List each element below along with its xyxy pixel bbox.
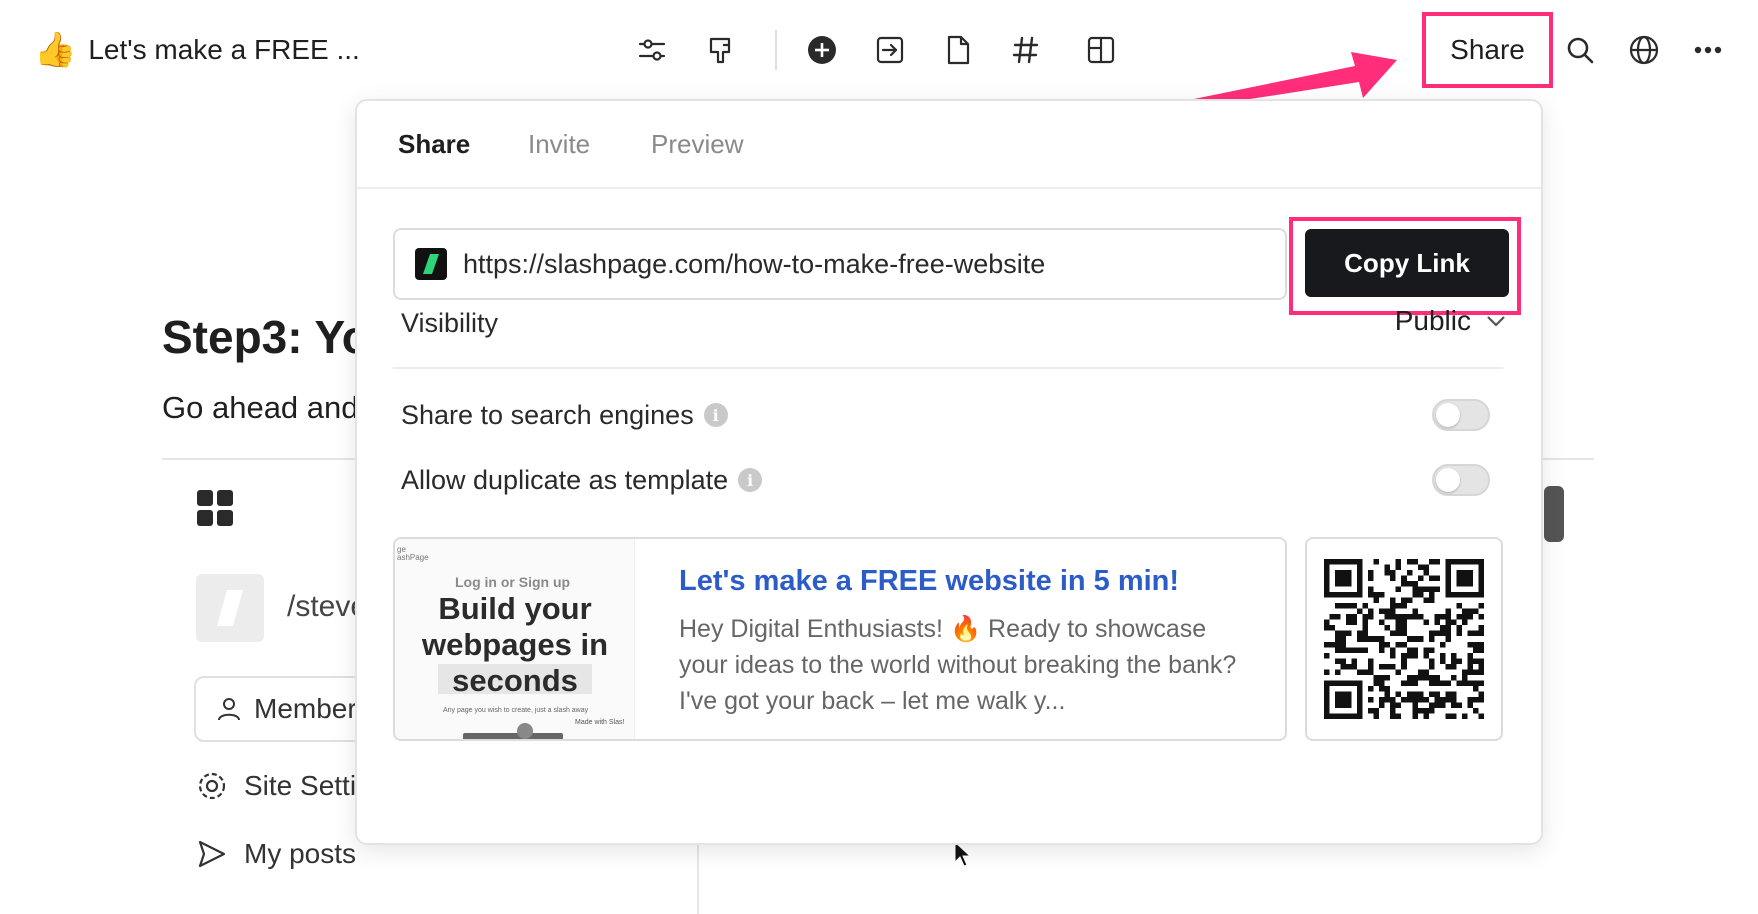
- tab-invite[interactable]: Invite: [528, 129, 590, 160]
- duplicate-template-toggle[interactable]: [1432, 464, 1490, 496]
- document-title[interactable]: 👍 Let's make a FREE ...: [34, 30, 360, 70]
- globe-icon[interactable]: [1622, 28, 1666, 72]
- copy-link-highlight: Copy Link: [1289, 217, 1521, 315]
- site-avatar[interactable]: [196, 574, 264, 642]
- copy-link-button[interactable]: Copy Link: [1305, 229, 1509, 297]
- option-label: Allow duplicate as template: [401, 464, 729, 495]
- thumb-made-with: Made with Slas!: [575, 719, 625, 726]
- toggle-knob: [1436, 403, 1460, 427]
- nav-item-label: My posts: [244, 838, 357, 869]
- side-handle[interactable]: [1544, 486, 1564, 542]
- nav-item-site-settings[interactable]: Site Setti: [196, 770, 356, 802]
- gear-icon: [198, 772, 226, 800]
- qr-code-icon: [1324, 559, 1484, 719]
- hash-icon[interactable]: [1004, 28, 1048, 72]
- visibility-label-text: Visibility: [401, 307, 499, 338]
- file-icon[interactable]: [936, 28, 980, 72]
- grid-icon[interactable]: [197, 490, 233, 531]
- page-paragraph: Go ahead and: [162, 390, 359, 425]
- thumb-login-text: Log in or Sign up: [455, 574, 571, 590]
- thumbs-up-icon: 👍: [34, 31, 77, 69]
- arrow-box-icon[interactable]: [868, 28, 912, 72]
- thumb-headline: Build your webpages in seconds: [421, 591, 609, 698]
- share-url-field[interactable]: https://slashpage.com/how-to-make-free-w…: [393, 228, 1287, 300]
- preview-description: Hey Digital Enthusiasts! 🔥 Ready to show…: [679, 615, 1237, 715]
- pin-icon[interactable]: [698, 28, 742, 72]
- top-bar: 👍 Let's make a FREE ... Share: [0, 0, 1758, 108]
- preview-thumbnail: ge ashPage Log in or Sign up Build your …: [395, 539, 635, 739]
- column-divider: [697, 840, 699, 914]
- thumb-dot: [517, 723, 533, 739]
- annotation-arrow: [1189, 52, 1397, 108]
- tab-preview[interactable]: Preview: [651, 129, 743, 160]
- member-label: Member: [254, 693, 357, 724]
- share-button[interactable]: Share: [1422, 12, 1553, 88]
- share-url-text: https://slashpage.com/how-to-make-free-w…: [463, 248, 1046, 279]
- chevron-down-icon: [1487, 316, 1505, 327]
- document-title-text: Let's make a FREE ...: [88, 34, 360, 65]
- copy-link-label: Copy Link: [1344, 247, 1470, 278]
- user-icon: [218, 698, 240, 721]
- toggle-knob: [1436, 468, 1460, 492]
- option-duplicate-template: Allow duplicate as template i: [401, 462, 763, 498]
- visibility-value: Public: [1394, 305, 1471, 336]
- share-dialog-tabs: Share Invite Preview: [357, 101, 1541, 189]
- info-icon[interactable]: i: [738, 468, 763, 492]
- thumb-subtext: Any page you wish to create, just a slas…: [443, 707, 589, 714]
- share-dialog: Share Invite Preview https://slashpage.c…: [355, 99, 1543, 845]
- divider: [393, 367, 1503, 369]
- info-icon[interactable]: i: [703, 403, 728, 427]
- search-engines-toggle[interactable]: [1432, 399, 1490, 431]
- more-icon[interactable]: [1686, 28, 1730, 72]
- thumb-brand-line2: ashPage: [397, 553, 429, 562]
- plus-circle-icon[interactable]: [800, 28, 844, 72]
- share-button-label: Share: [1450, 34, 1525, 65]
- slashpage-favicon-icon: [415, 248, 447, 280]
- nav-item-my-posts[interactable]: My posts: [196, 838, 356, 870]
- nav-item-label: Site Setti: [244, 770, 357, 801]
- sliders-icon[interactable]: [630, 28, 674, 72]
- thumb-bar: [463, 733, 563, 739]
- visibility-dropdown[interactable]: Public: [1395, 305, 1507, 337]
- page-heading: Step3: Yo: [162, 311, 370, 363]
- search-icon[interactable]: [1558, 28, 1602, 72]
- visibility-label: Visibility: [401, 305, 498, 341]
- tab-share[interactable]: Share: [398, 129, 470, 160]
- qr-code-card[interactable]: [1305, 537, 1503, 741]
- layout-icon[interactable]: [1079, 28, 1123, 72]
- option-label: Share to search engines: [401, 399, 694, 430]
- send-icon: [198, 840, 226, 868]
- option-search-engines: Share to search engines i: [401, 397, 728, 433]
- toolbar-separator: [775, 30, 777, 70]
- preview-title: Let's make a FREE website in 5 min!: [679, 565, 1180, 597]
- link-preview-card[interactable]: ge ashPage Log in or Sign up Build your …: [393, 537, 1287, 741]
